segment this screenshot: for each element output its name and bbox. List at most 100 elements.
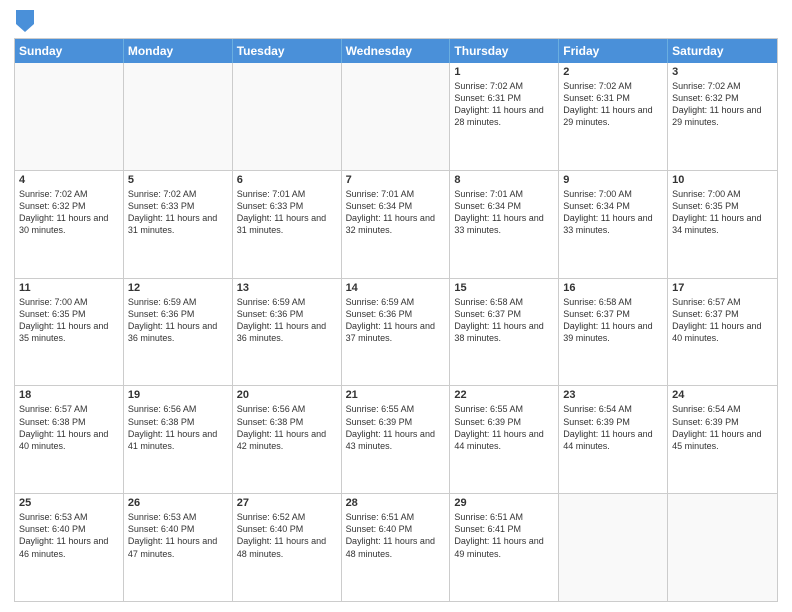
logo [14,14,34,32]
table-row: 23 Sunrise: 6:54 AM Sunset: 6:39 PM Dayli… [559,386,668,493]
table-row: 9Sunrise: 7:00 AM Sunset: 6:34 PM Daylig… [559,171,668,278]
day-number: 13 [237,282,337,294]
table-row [124,63,233,170]
table-row [342,63,451,170]
header-sunday: Sunday [15,39,124,63]
day-number: 1 [454,66,554,78]
day-number: 18 [19,389,119,401]
table-row: 21Sunrise: 6:55 AM Sunset: 6:39 PM Dayli… [342,386,451,493]
calendar-week-row: 18 Sunrise: 6:57 AM Sunset: 6:38 PM Dayli… [15,385,777,493]
calendar-header-row: Sunday Monday Tuesday Wednesday Thursday… [15,39,777,63]
calendar-week-row: 1 Sunrise: 7:02 AM Sunset: 6:31 PM Daylig… [15,63,777,170]
table-row: 26 Sunrise: 6:53 AM Sunset: 6:40 PM Dayli… [124,494,233,601]
table-row: 20 Sunrise: 6:56 AM Sunset: 6:38 PM Dayli… [233,386,342,493]
day-number: 12 [128,282,228,294]
calendar-week-row: 4 Sunrise: 7:02 AM Sunset: 6:32 PM Daylig… [15,170,777,278]
table-row: 22 Sunrise: 6:55 AM Sunset: 6:39 PM Dayli… [450,386,559,493]
table-row [668,494,777,601]
day-number: 14 [346,282,446,294]
table-row: 8 Sunrise: 7:01 AM Sunset: 6:34 PM Daylig… [450,171,559,278]
day-info: Sunrise: 7:02 AM Sunset: 6:31 PM Dayligh… [454,80,554,129]
day-info: Sunrise: 6:59 AM Sunset: 6:36 PM Dayligh… [237,296,337,345]
day-info: Sunrise: 6:56 AM Sunset: 6:38 PM Dayligh… [237,403,337,452]
calendar-week-row: 11Sunrise: 7:00 AM Sunset: 6:35 PM Dayli… [15,278,777,386]
table-row: 10 Sunrise: 7:00 AM Sunset: 6:35 PM Dayli… [668,171,777,278]
table-row: 19 Sunrise: 6:56 AM Sunset: 6:38 PM Dayli… [124,386,233,493]
day-info: Sunrise: 7:01 AM Sunset: 6:34 PM Dayligh… [454,188,554,237]
day-number: 5 [128,174,228,186]
table-row: 27Sunrise: 6:52 AM Sunset: 6:40 PM Dayli… [233,494,342,601]
page-header [14,10,778,32]
calendar-container: Sunday Monday Tuesday Wednesday Thursday… [0,0,792,612]
table-row: 11Sunrise: 7:00 AM Sunset: 6:35 PM Dayli… [15,279,124,386]
day-number: 24 [672,389,773,401]
day-info: Sunrise: 6:51 AM Sunset: 6:40 PM Dayligh… [346,511,446,560]
day-number: 22 [454,389,554,401]
table-row: 13 Sunrise: 6:59 AM Sunset: 6:36 PM Dayli… [233,279,342,386]
table-row: 4 Sunrise: 7:02 AM Sunset: 6:32 PM Daylig… [15,171,124,278]
calendar-body: 1 Sunrise: 7:02 AM Sunset: 6:31 PM Daylig… [15,63,777,601]
day-info: Sunrise: 6:58 AM Sunset: 6:37 PM Dayligh… [563,296,663,345]
table-row [15,63,124,170]
header-tuesday: Tuesday [233,39,342,63]
day-number: 17 [672,282,773,294]
table-row: 15 Sunrise: 6:58 AM Sunset: 6:37 PM Dayli… [450,279,559,386]
day-info: Sunrise: 6:57 AM Sunset: 6:38 PM Dayligh… [19,403,119,452]
logo-icon [16,10,34,32]
table-row: 16 Sunrise: 6:58 AM Sunset: 6:37 PM Dayli… [559,279,668,386]
day-number: 11 [19,282,119,294]
day-info: Sunrise: 7:02 AM Sunset: 6:33 PM Dayligh… [128,188,228,237]
day-number: 25 [19,497,119,509]
calendar-week-row: 25 Sunrise: 6:53 AM Sunset: 6:40 PM Dayli… [15,493,777,601]
table-row: 3 Sunrise: 7:02 AM Sunset: 6:32 PM Daylig… [668,63,777,170]
day-info: Sunrise: 6:54 AM Sunset: 6:39 PM Dayligh… [563,403,663,452]
day-number: 26 [128,497,228,509]
day-number: 4 [19,174,119,186]
day-info: Sunrise: 7:00 AM Sunset: 6:35 PM Dayligh… [672,188,773,237]
day-info: Sunrise: 6:51 AM Sunset: 6:41 PM Dayligh… [454,511,554,560]
header-friday: Friday [559,39,668,63]
header-wednesday: Wednesday [342,39,451,63]
day-info: Sunrise: 6:58 AM Sunset: 6:37 PM Dayligh… [454,296,554,345]
day-number: 19 [128,389,228,401]
day-number: 10 [672,174,773,186]
day-info: Sunrise: 6:56 AM Sunset: 6:38 PM Dayligh… [128,403,228,452]
day-info: Sunrise: 7:02 AM Sunset: 6:31 PM Dayligh… [563,80,663,129]
day-number: 15 [454,282,554,294]
day-number: 6 [237,174,337,186]
table-row: 6Sunrise: 7:01 AM Sunset: 6:33 PM Daylig… [233,171,342,278]
day-number: 23 [563,389,663,401]
table-row: 24 Sunrise: 6:54 AM Sunset: 6:39 PM Dayli… [668,386,777,493]
day-info: Sunrise: 6:53 AM Sunset: 6:40 PM Dayligh… [128,511,228,560]
header-monday: Monday [124,39,233,63]
day-number: 3 [672,66,773,78]
table-row: 29 Sunrise: 6:51 AM Sunset: 6:41 PM Dayli… [450,494,559,601]
day-info: Sunrise: 7:00 AM Sunset: 6:34 PM Dayligh… [563,188,663,237]
table-row: 7 Sunrise: 7:01 AM Sunset: 6:34 PM Daylig… [342,171,451,278]
table-row: 12 Sunrise: 6:59 AM Sunset: 6:36 PM Dayli… [124,279,233,386]
day-number: 16 [563,282,663,294]
table-row: 1 Sunrise: 7:02 AM Sunset: 6:31 PM Daylig… [450,63,559,170]
day-number: 7 [346,174,446,186]
day-info: Sunrise: 6:53 AM Sunset: 6:40 PM Dayligh… [19,511,119,560]
table-row: 2 Sunrise: 7:02 AM Sunset: 6:31 PM Daylig… [559,63,668,170]
table-row [233,63,342,170]
day-info: Sunrise: 6:57 AM Sunset: 6:37 PM Dayligh… [672,296,773,345]
day-info: Sunrise: 7:01 AM Sunset: 6:34 PM Dayligh… [346,188,446,237]
day-info: Sunrise: 7:02 AM Sunset: 6:32 PM Dayligh… [672,80,773,129]
day-number: 20 [237,389,337,401]
day-info: Sunrise: 6:59 AM Sunset: 6:36 PM Dayligh… [128,296,228,345]
day-number: 8 [454,174,554,186]
day-number: 27 [237,497,337,509]
day-info: Sunrise: 6:54 AM Sunset: 6:39 PM Dayligh… [672,403,773,452]
table-row [559,494,668,601]
day-info: Sunrise: 6:55 AM Sunset: 6:39 PM Dayligh… [346,403,446,452]
header-saturday: Saturday [668,39,777,63]
day-info: Sunrise: 6:55 AM Sunset: 6:39 PM Dayligh… [454,403,554,452]
day-info: Sunrise: 7:02 AM Sunset: 6:32 PM Dayligh… [19,188,119,237]
day-number: 2 [563,66,663,78]
table-row: 14 Sunrise: 6:59 AM Sunset: 6:36 PM Dayli… [342,279,451,386]
day-info: Sunrise: 6:59 AM Sunset: 6:36 PM Dayligh… [346,296,446,345]
day-number: 29 [454,497,554,509]
table-row: 28Sunrise: 6:51 AM Sunset: 6:40 PM Dayli… [342,494,451,601]
